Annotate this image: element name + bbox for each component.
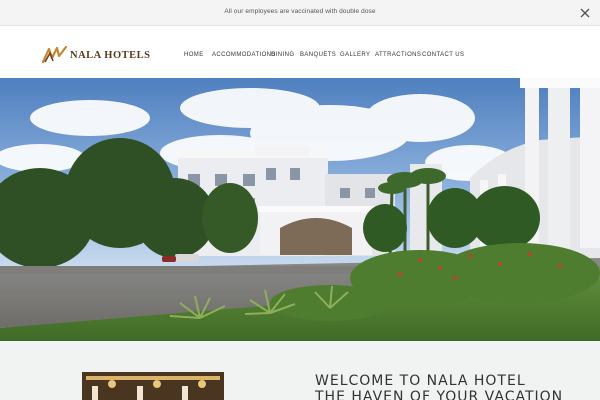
close-icon[interactable] [578,6,592,20]
logo-mark-icon [42,46,68,64]
nav-item-accommodations[interactable]: ACCOMMODATIONS [212,52,276,58]
welcome-subtitle: THE HAVEN OF YOUR VACATION [315,389,564,400]
nav-item-banquets[interactable]: BANQUETS [300,52,336,58]
announcement-text: All our employees are vaccinated with do… [224,8,376,15]
nav-item-attractions[interactable]: ATTRACTIONS [375,52,421,58]
hotel-exterior-photo [0,78,600,341]
welcome-section: WELCOME TO NALA HOTEL THE HAVEN OF YOUR … [0,341,600,400]
welcome-title: WELCOME TO NALA HOTEL [315,373,526,389]
nav-item-contact-us[interactable]: CONTACT US [422,52,464,58]
lobby-photo [82,372,224,400]
lobby-thumbnail [82,372,224,400]
announcement-bar: All our employees are vaccinated with do… [0,0,600,26]
brand-name: NALA HOTELS [70,49,151,61]
site-logo[interactable]: NALA HOTELS [42,46,150,64]
nav-item-dining[interactable]: DINING [271,52,294,58]
hero-image [0,78,600,341]
nav-item-gallery[interactable]: GALLERY [340,52,370,58]
nav-item-home[interactable]: HOME [184,52,204,58]
